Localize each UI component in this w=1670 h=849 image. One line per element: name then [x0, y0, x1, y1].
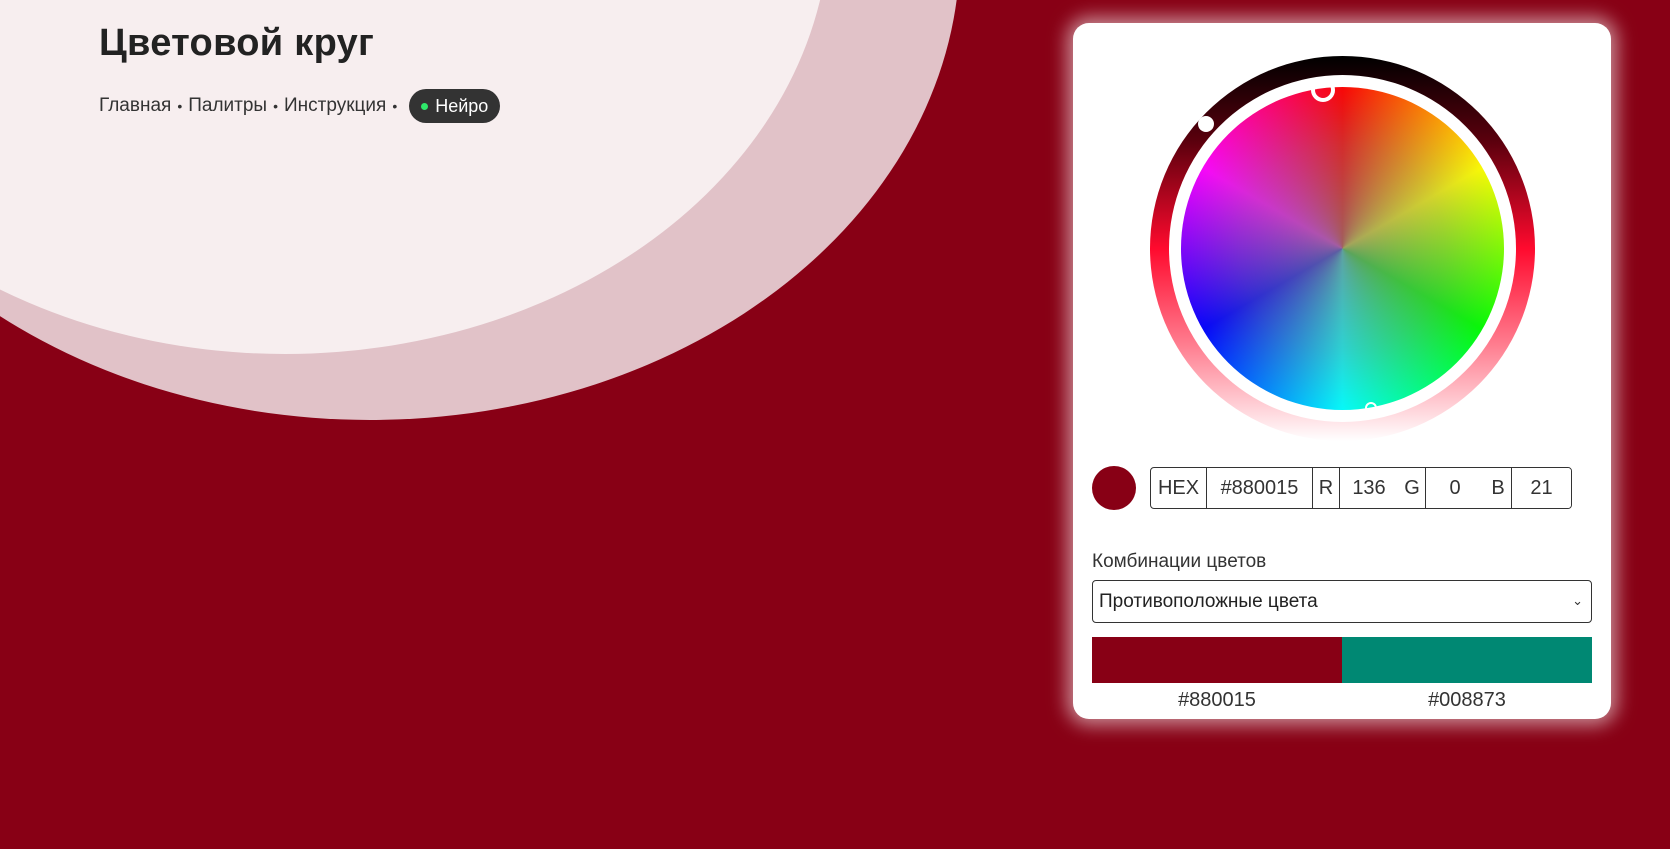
- combinations-selected-value: Противоположные цвета: [1099, 590, 1318, 612]
- r-label: R: [1313, 468, 1340, 508]
- g-cell: [1425, 468, 1485, 508]
- combinations-label: Комбинации цветов: [1092, 551, 1267, 572]
- palette-codes: #880015 #008873: [1092, 689, 1592, 712]
- r-cell: [1339, 468, 1399, 508]
- combinations-select[interactable]: Противоположные цвета ⌄: [1092, 580, 1592, 623]
- chevron-down-icon: ⌄: [1572, 593, 1583, 608]
- header: Цветовой круг Главная • Палитры • Инстру…: [99, 22, 501, 123]
- brightness-handle[interactable]: [1198, 116, 1214, 132]
- status-dot-icon: [421, 102, 429, 110]
- color-wheel[interactable]: [1150, 56, 1535, 441]
- r-input[interactable]: [1339, 468, 1399, 508]
- hex-input[interactable]: [1207, 468, 1312, 508]
- b-cell: [1512, 468, 1571, 508]
- nav-link-instructions[interactable]: Инструкция: [284, 95, 386, 117]
- nav-link-home[interactable]: Главная: [99, 95, 171, 117]
- hue-handle[interactable]: [1311, 78, 1335, 102]
- hex-cell: [1207, 468, 1313, 508]
- neiro-button[interactable]: Нейро: [409, 89, 501, 123]
- color-value-fields: HEX R G B: [1150, 467, 1572, 509]
- b-label: B: [1485, 468, 1512, 508]
- current-color-swatch: [1092, 466, 1136, 510]
- neiro-label: Нейро: [435, 95, 489, 116]
- nav-separator: •: [392, 98, 398, 114]
- nav-separator: •: [177, 98, 183, 114]
- b-input[interactable]: [1512, 468, 1571, 508]
- color-picker-panel: HEX R G B Комбинации цветов Прот: [1073, 23, 1611, 719]
- nav-separator: •: [273, 98, 278, 114]
- palette-code-primary[interactable]: #880015: [1092, 689, 1342, 712]
- g-input[interactable]: [1425, 468, 1485, 508]
- palette-swatches: [1092, 637, 1592, 683]
- palette-swatch-primary[interactable]: [1092, 637, 1342, 683]
- palette-code-complement[interactable]: #008873: [1342, 689, 1592, 712]
- g-label: G: [1399, 468, 1426, 508]
- page: Цветовой круг Главная • Палитры • Инстру…: [0, 0, 1670, 849]
- nav-link-palettes[interactable]: Палитры: [188, 95, 267, 117]
- saturation-overlay: [1181, 87, 1504, 410]
- color-values-row: HEX R G B: [1092, 466, 1572, 510]
- nav-bar: Главная • Палитры • Инструкция • Нейро: [99, 89, 501, 123]
- complement-handle[interactable]: [1365, 402, 1377, 414]
- hex-label: HEX: [1151, 468, 1207, 508]
- page-title: Цветовой круг: [99, 22, 375, 64]
- palette-swatch-complement[interactable]: [1342, 637, 1592, 683]
